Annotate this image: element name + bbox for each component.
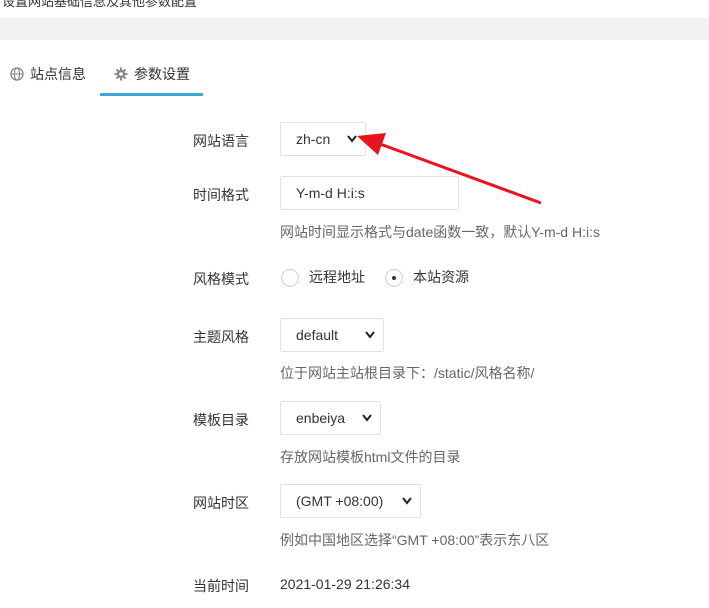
annotation-arrow	[357, 133, 542, 205]
